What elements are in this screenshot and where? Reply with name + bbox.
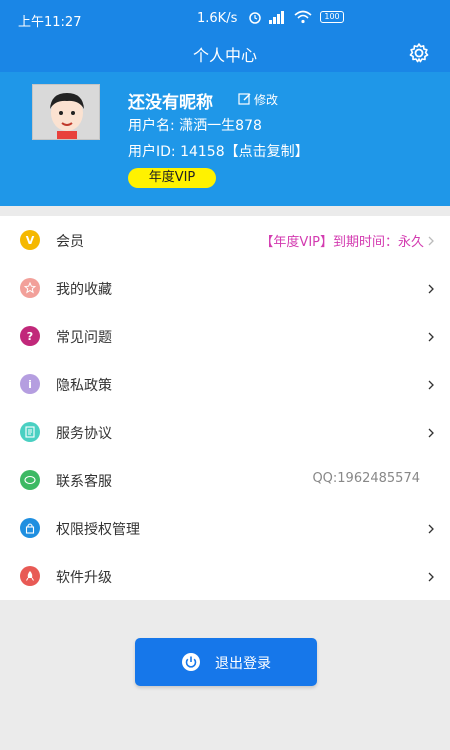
status-bar: 上午11:27 1.6K/s 100 <box>0 0 450 36</box>
chevron-right-icon <box>426 423 436 438</box>
edit-profile-button[interactable]: 修改 <box>238 91 278 108</box>
header: 个人中心 <box>0 36 450 72</box>
chevron-right-icon <box>426 375 436 390</box>
menu-item-label: 我的收藏 <box>56 282 112 298</box>
menu-item-faq[interactable]: ? 常见问题 <box>0 312 450 360</box>
menu-item-label: 联系客服 <box>56 474 112 490</box>
menu-item-upgrade[interactable]: 软件升级 <box>0 552 450 600</box>
wifi-icon <box>294 10 312 28</box>
menu-list: V 会员 【年度VIP】到期时间：永久 我的收藏 ? 常见问题 i 隐私政策 服… <box>0 216 450 600</box>
menu-item-favorites[interactable]: 我的收藏 <box>0 264 450 312</box>
gear-icon[interactable] <box>408 42 430 64</box>
chevron-right-icon <box>426 327 436 342</box>
menu-item-support[interactable]: 联系客服 QQ:1962485574 <box>0 456 450 504</box>
profile-panel: 还没有昵称 修改 用户名: 潇洒一生878 用户ID: 14158【点击复制】 … <box>0 72 450 206</box>
menu-item-label: 常见问题 <box>56 330 112 346</box>
logout-button[interactable]: 退出登录 <box>135 638 317 686</box>
edit-label: 修改 <box>254 93 279 107</box>
username: 用户名: 潇洒一生878 <box>128 118 262 134</box>
edit-icon <box>238 92 251 108</box>
logout-label: 退出登录 <box>215 656 271 672</box>
chevron-right-icon <box>426 519 436 534</box>
signal-icon <box>268 10 286 28</box>
nickname: 还没有昵称 <box>128 93 213 113</box>
vip-expiry: 【年度VIP】到期时间：永久 <box>260 235 424 250</box>
document-icon <box>20 422 40 442</box>
page-title: 个人中心 <box>192 46 257 65</box>
chat-icon <box>20 470 40 490</box>
power-icon <box>181 652 201 672</box>
menu-item-privacy[interactable]: i 隐私政策 <box>0 360 450 408</box>
menu-item-label: 隐私政策 <box>56 378 112 394</box>
menu-item-label: 权限授权管理 <box>56 522 140 538</box>
battery-icon: 100 <box>320 11 344 23</box>
chevron-right-icon <box>426 567 436 582</box>
vip-badge: 年度VIP <box>128 168 216 188</box>
vip-icon: V <box>20 230 40 250</box>
menu-item-terms[interactable]: 服务协议 <box>0 408 450 456</box>
menu-item-label: 软件升级 <box>56 570 112 586</box>
avatar[interactable] <box>32 84 100 140</box>
menu-item-vip[interactable]: V 会员 【年度VIP】到期时间：永久 <box>0 216 450 264</box>
alarm-icon <box>248 10 262 28</box>
info-icon: i <box>20 374 40 394</box>
star-icon <box>20 278 40 298</box>
network-speed: 1.6K/s <box>197 11 238 26</box>
rocket-icon <box>20 566 40 586</box>
lock-icon <box>20 518 40 538</box>
status-time: 上午11:27 <box>18 15 82 30</box>
question-icon: ? <box>20 326 40 346</box>
chevron-right-icon <box>426 279 436 294</box>
menu-item-label: 会员 <box>56 234 84 250</box>
chevron-right-icon <box>426 231 436 246</box>
support-qq: QQ:1962485574 <box>312 471 420 486</box>
menu-item-permissions[interactable]: 权限授权管理 <box>0 504 450 552</box>
user-id-copy[interactable]: 用户ID: 14158【点击复制】 <box>128 141 309 161</box>
menu-item-label: 服务协议 <box>56 426 112 442</box>
